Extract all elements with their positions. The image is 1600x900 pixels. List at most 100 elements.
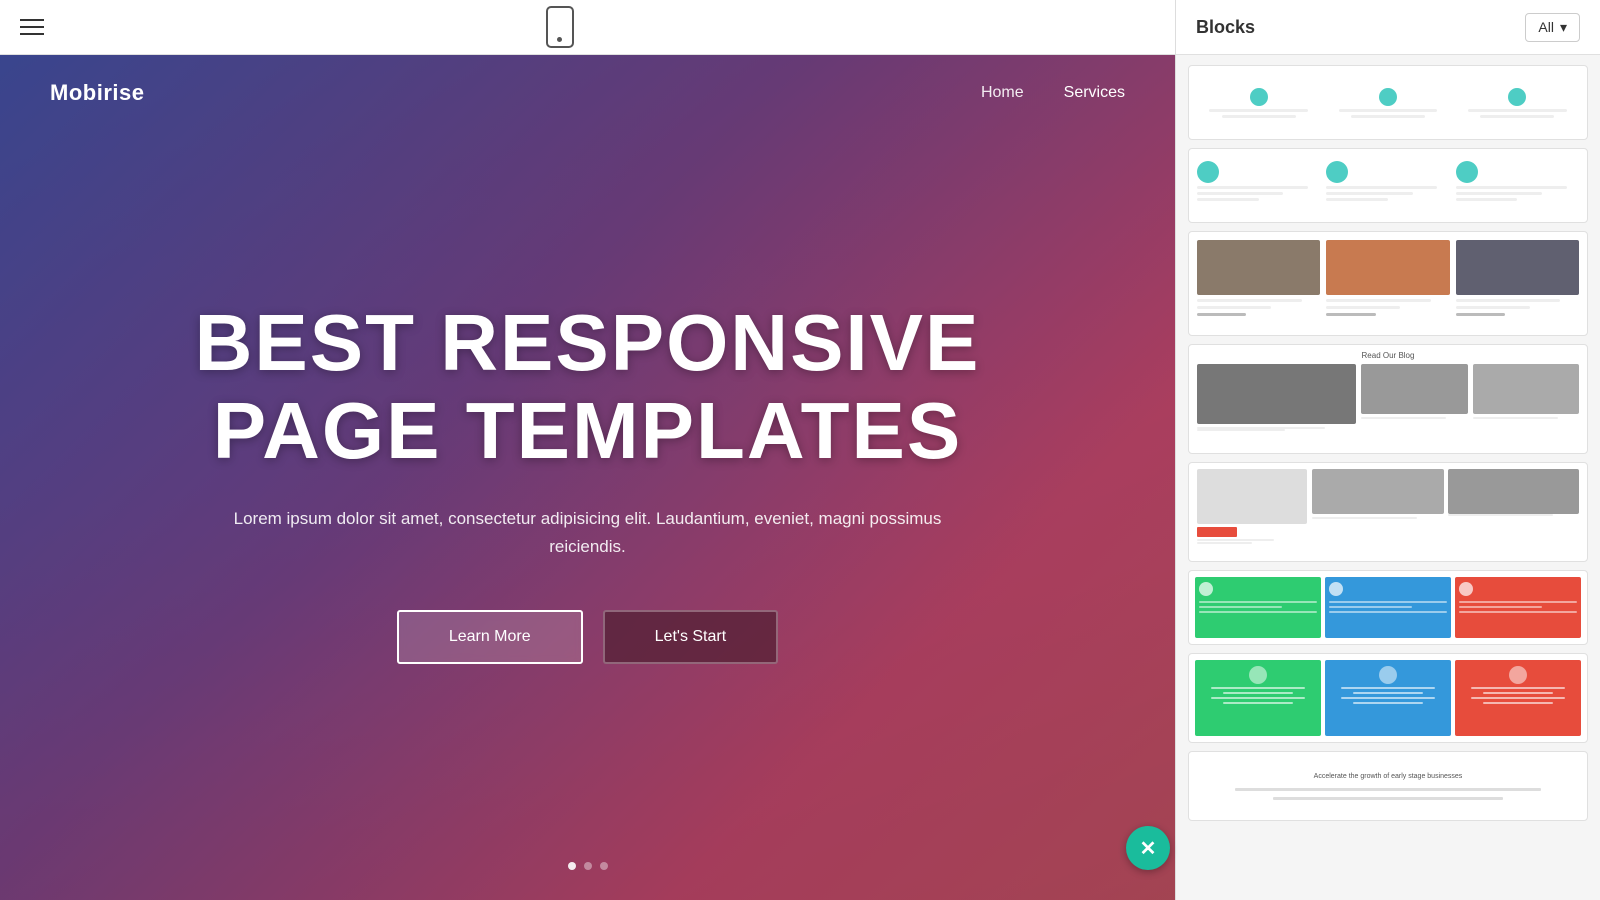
block-icon [1508, 88, 1526, 106]
block-thumb-6[interactable] [1188, 570, 1588, 645]
block-line [1197, 306, 1271, 309]
filter-dropdown[interactable]: All ▾ [1525, 13, 1580, 42]
block-line [1197, 198, 1259, 201]
block-article-left [1197, 469, 1307, 555]
block-icon [1379, 666, 1397, 684]
block-thumb-8[interactable]: Accelerate the growth of early stage bus… [1188, 751, 1588, 821]
hamburger-icon[interactable] [20, 19, 44, 35]
block-icon [1379, 88, 1397, 106]
block-image [1326, 240, 1449, 295]
block-line [1329, 611, 1447, 613]
block-secondary-posts [1473, 364, 1579, 449]
block-card [1195, 660, 1321, 736]
dropdown-label: All [1538, 19, 1554, 35]
block-text-label: Accelerate the growth of early stage bus… [1314, 773, 1463, 780]
block-line [1197, 186, 1308, 189]
canvas-area: Mobirise Home Services BEST RESPONSIVE P… [0, 55, 1175, 900]
block-line [1211, 697, 1305, 699]
block-line [1199, 601, 1317, 603]
blocks-scroll[interactable]: Read Our Blog [1176, 55, 1600, 900]
lets-start-button[interactable]: Let's Start [603, 610, 779, 664]
nav-links: Home Services [981, 84, 1125, 102]
block-col [1456, 157, 1579, 201]
block-thumb-5[interactable] [1188, 462, 1588, 562]
block-line [1471, 687, 1565, 689]
toolbar [0, 0, 1175, 55]
mobile-icon[interactable] [546, 6, 574, 48]
block-thumb-1[interactable] [1188, 65, 1588, 140]
block-card [1455, 660, 1581, 736]
block-main-image [1197, 364, 1356, 424]
dot-2[interactable] [584, 862, 592, 870]
block-line [1351, 115, 1425, 118]
block-col [1312, 469, 1444, 555]
block-article-right [1312, 469, 1579, 555]
hero-title: BEST RESPONSIVE PAGE TEMPLATES [195, 299, 981, 475]
block-circle [1456, 161, 1478, 183]
block-line [1199, 611, 1317, 613]
block-line [1459, 611, 1577, 613]
block-badge [1197, 527, 1237, 537]
block-line [1341, 687, 1435, 689]
block-line [1361, 417, 1446, 419]
block-line [1326, 186, 1437, 189]
block-thumb-2[interactable] [1188, 148, 1588, 223]
block-line [1223, 702, 1294, 704]
block-line [1341, 697, 1435, 699]
block-image [1197, 469, 1307, 524]
close-icon: ✕ [1140, 836, 1157, 861]
block-line [1353, 692, 1424, 694]
block-line [1456, 306, 1530, 309]
block-line [1326, 299, 1431, 302]
block-line [1197, 542, 1252, 544]
nav-services[interactable]: Services [1064, 84, 1125, 102]
block-line [1480, 115, 1554, 118]
block-line [1209, 109, 1308, 112]
block-line [1471, 697, 1565, 699]
block-line [1197, 192, 1283, 195]
block-circle [1326, 161, 1348, 183]
dot-3[interactable] [600, 862, 608, 870]
block-main-post [1197, 364, 1356, 449]
block-line [1459, 606, 1542, 608]
block-line [1468, 109, 1567, 112]
block-line [1273, 797, 1502, 800]
hamburger-menu[interactable] [20, 19, 44, 35]
block-line [1326, 198, 1388, 201]
block-line [1483, 692, 1554, 694]
learn-more-button[interactable]: Learn More [397, 610, 583, 664]
block-image [1448, 469, 1580, 514]
block-col [1326, 157, 1449, 201]
block-line [1199, 606, 1282, 608]
block-link [1326, 313, 1375, 316]
hero-content: BEST RESPONSIVE PAGE TEMPLATES Lorem ips… [0, 101, 1175, 862]
block-icon [1459, 582, 1473, 596]
block-line [1197, 429, 1285, 431]
block-image [1456, 240, 1579, 295]
block-line [1459, 601, 1577, 603]
dot-1[interactable] [568, 862, 576, 870]
block-line [1456, 192, 1542, 195]
block-icon [1250, 88, 1268, 106]
block-icon [1199, 582, 1213, 596]
close-panel-button[interactable]: ✕ [1126, 826, 1170, 870]
device-preview[interactable] [546, 6, 574, 48]
block-line [1329, 606, 1412, 608]
block-col [1326, 88, 1449, 118]
block-thumb-4[interactable]: Read Our Blog [1188, 344, 1588, 454]
panel-header: Blocks All ▾ [1176, 0, 1600, 55]
block-blog-grid [1197, 364, 1579, 449]
block-col [1456, 88, 1579, 118]
block-line [1456, 186, 1567, 189]
block-thumb-3[interactable] [1188, 231, 1588, 336]
block-card [1197, 240, 1320, 327]
block-thumb-7[interactable] [1188, 653, 1588, 743]
block-line [1312, 517, 1417, 519]
block-icon [1509, 666, 1527, 684]
hero-subtitle: Lorem ipsum dolor sit amet, consectetur … [213, 505, 963, 559]
block-card [1456, 240, 1579, 327]
block-line [1456, 198, 1518, 201]
blocks-panel: Blocks All ▾ [1175, 0, 1600, 900]
nav-home[interactable]: Home [981, 84, 1024, 102]
block-line [1223, 692, 1294, 694]
